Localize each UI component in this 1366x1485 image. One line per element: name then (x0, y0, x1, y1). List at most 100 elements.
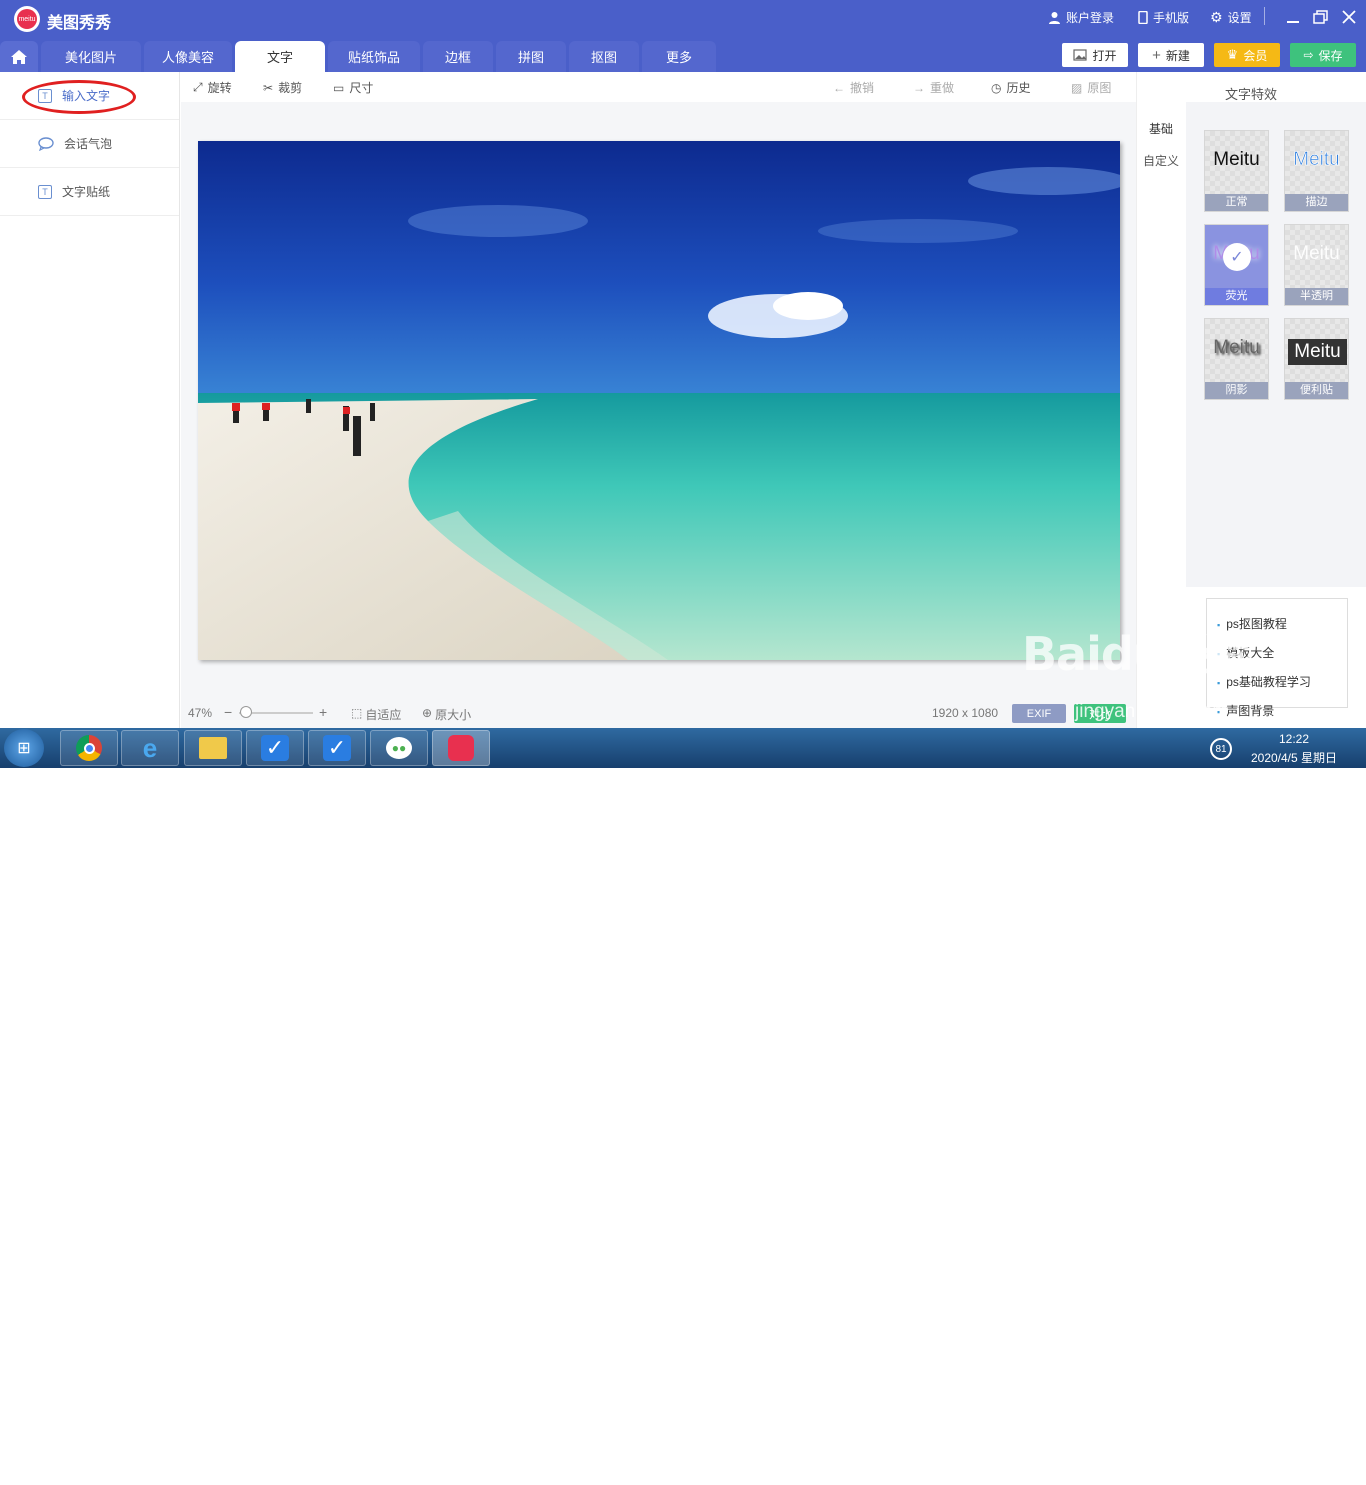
save-button[interactable]: ⇨ 保存 (1290, 43, 1356, 67)
left-sidebar: T 输入文字 会话气泡 T 文字贴纸 (0, 72, 180, 728)
close-icon (1342, 10, 1356, 24)
image-dimensions: 1920 x 1080 (932, 706, 999, 720)
minimize-icon (1287, 21, 1299, 23)
tab-cutout[interactable]: 抠图 (569, 41, 639, 72)
history-button[interactable]: ◷ 历史 (991, 79, 1031, 96)
taskbar-chrome[interactable] (60, 730, 118, 766)
sidebar-item-text-sticker[interactable]: T 文字贴纸 (0, 168, 179, 216)
tray-badge[interactable]: 81 (1210, 738, 1232, 760)
redo-icon: → (913, 80, 925, 95)
baidu-watermark: Baidu经验 (1022, 627, 1256, 681)
nav-basic[interactable]: 基础 (1137, 120, 1185, 137)
user-icon (1049, 12, 1060, 24)
clock-date[interactable]: 2020/4/5 星期日 (1240, 749, 1348, 766)
effect-glow[interactable]: Meitu ✓ 荧光 (1204, 224, 1269, 306)
meitu-logo-icon: meitu (14, 6, 40, 32)
wechat-icon: ●● (386, 737, 412, 759)
image-icon (1073, 49, 1088, 61)
link-backgrounds[interactable]: 声图背景 (1217, 702, 1347, 719)
effects-grid: Meitu 正常 Meitu 描边 Meitu ✓ 荧光 Meitu 半透明 M… (1186, 102, 1366, 587)
app-title: 美图秀秀 (47, 15, 112, 32)
fit-icon: ⬚ (351, 706, 363, 720)
crown-icon: ♛ (1226, 47, 1239, 62)
size-button[interactable]: ▭ 尺寸 (333, 79, 373, 96)
windows-logo-icon: ⊞ (17, 740, 31, 757)
effect-stroke[interactable]: Meitu 描边 (1284, 130, 1349, 212)
mobile-version-link[interactable]: 手机版 (1138, 9, 1189, 26)
minimize-button[interactable] (1283, 8, 1303, 26)
account-login-link[interactable]: 账户登录 (1048, 9, 1114, 26)
close-button[interactable] (1339, 8, 1359, 26)
edit-toolbar: ⤢ 旋转 ✂ 裁剪 ▭ 尺寸 ← 撤销 → 重做 ◷ 历史 ▨ 原图 (181, 72, 1136, 102)
status-bar: 47% − + ⬚ 自适应 ⊕ 原大小 1920 x 1080 EXIF 对比 (181, 700, 1136, 728)
clock-icon: ◷ (991, 80, 1002, 95)
tray-icons[interactable]: ⚑ ◔ ✈ ✿ ◈ ✱ ◀ ▣ ▤ ▥ ♪ (946, 1469, 1098, 1485)
tab-collage[interactable]: 拼图 (496, 41, 566, 72)
clock-time[interactable]: 12:22 (1240, 732, 1348, 746)
actual-size-button[interactable]: ⊕ 原大小 (422, 706, 471, 723)
open-button[interactable]: 打开 (1062, 43, 1128, 67)
settings-link[interactable]: ⚙ 设置 (1210, 9, 1252, 26)
zoom-in-button[interactable]: + (319, 704, 327, 720)
chrome-icon (76, 735, 102, 761)
taskbar-explorer[interactable] (184, 730, 242, 766)
original-button[interactable]: ▨ 原图 (1071, 79, 1111, 96)
tab-stickers[interactable]: 贴纸饰品 (328, 41, 420, 72)
rotate-icon: ⤢ (193, 80, 203, 94)
main-tabs: 美化图片 人像美容 文字 贴纸饰品 边框 拼图 抠图 更多 (0, 41, 719, 72)
scissors-icon: ✂ (263, 80, 274, 95)
zoom-out-button[interactable]: − (224, 704, 232, 720)
maximize-button[interactable] (1311, 8, 1331, 26)
folder-icon (199, 737, 227, 759)
rotate-button[interactable]: ⤢ 旋转 (193, 79, 232, 96)
restore-icon (1313, 10, 1328, 24)
highlight-annotation (22, 80, 136, 114)
effect-normal[interactable]: Meitu 正常 (1204, 130, 1269, 212)
magnifier-icon: ⊕ (422, 706, 433, 720)
watermark-url: jingyan.baidu.com (1075, 701, 1229, 722)
gear-icon: ⚙ (1210, 9, 1223, 25)
taskbar-security[interactable]: ✓ (246, 730, 304, 766)
title-bar: meitu 美图秀秀 账户登录 手机版 ⚙ 设置 美化图片 人像美容 文字 贴纸… (0, 0, 1366, 72)
taskbar-wechat[interactable]: ●● (370, 730, 428, 766)
exif-button[interactable]: EXIF (1012, 704, 1066, 723)
redo-button[interactable]: → 重做 (913, 79, 954, 96)
ie-icon: e (142, 732, 158, 763)
windows-taskbar: ⊞ e ✓ ✓ ●● ⚑ ◔ ✈ ✿ ◈ ✱ ◀ ▣ ▤ ▥ ♪ 81 12:2… (0, 728, 1366, 1484)
start-button[interactable]: ⊞ (4, 729, 44, 767)
taskbar-security-2[interactable]: ✓ (308, 730, 366, 766)
fit-button[interactable]: ⬚ 自适应 (351, 706, 401, 723)
plus-icon: + (1152, 46, 1161, 64)
effects-title: 文字特效 (1224, 87, 1277, 102)
effect-translucent[interactable]: Meitu 半透明 (1284, 224, 1349, 306)
new-button[interactable]: + 新建 (1138, 43, 1204, 67)
tray-icon-set: ⚑ ◔ ✈ ✿ ◈ ✱ ◀ ▣ ▤ ▥ ♪ (946, 1469, 1098, 1484)
tab-more[interactable]: 更多 (642, 41, 716, 72)
bubble-icon (38, 136, 54, 151)
tab-portrait[interactable]: 人像美容 (144, 41, 232, 72)
taskbar-ie[interactable]: e (121, 730, 179, 766)
zoom-percent: 47% (188, 706, 213, 720)
effect-sticky-note[interactable]: Meitu 便利贴 (1284, 318, 1349, 400)
crop-button[interactable]: ✂ 裁剪 (263, 79, 302, 96)
vip-button[interactable]: ♛ 会员 (1214, 43, 1280, 67)
taskbar-meitu[interactable] (432, 730, 490, 766)
export-icon: ⇨ (1303, 48, 1314, 62)
meitu-app-icon (448, 735, 474, 761)
zoom-slider-handle[interactable] (240, 706, 253, 718)
effect-shadow[interactable]: Meitu 阴影 (1204, 318, 1269, 400)
beach-photo-graphic (198, 141, 1120, 660)
picture-icon: ▨ (1071, 80, 1083, 95)
nav-custom[interactable]: 自定义 (1137, 152, 1185, 169)
shield-icon: ✓ (260, 735, 290, 761)
divider (1264, 7, 1265, 25)
beach-photo[interactable] (198, 141, 1120, 660)
tab-home[interactable] (0, 41, 38, 72)
tab-beautify[interactable]: 美化图片 (41, 41, 141, 72)
text-sticker-icon: T (38, 184, 52, 199)
shield-icon: ✓ (322, 735, 352, 761)
tab-frames[interactable]: 边框 (423, 41, 493, 72)
undo-button[interactable]: ← 撤销 (833, 79, 874, 96)
sidebar-item-speech-bubble[interactable]: 会话气泡 (0, 120, 179, 168)
tab-text[interactable]: 文字 (235, 41, 325, 72)
